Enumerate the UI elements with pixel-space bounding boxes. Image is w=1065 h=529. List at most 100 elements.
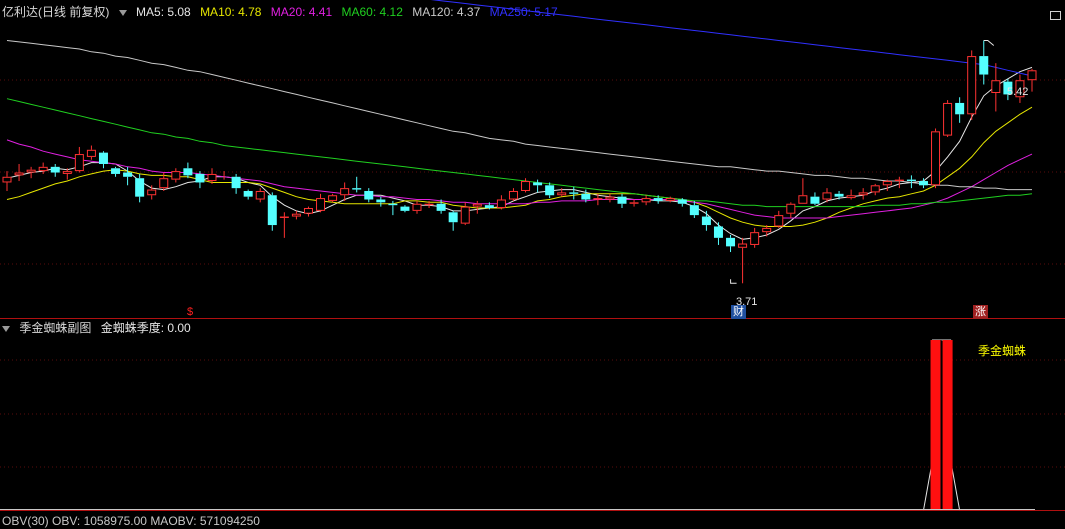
sub-outline xyxy=(924,340,960,510)
candle-body xyxy=(341,189,349,195)
candle-body xyxy=(618,197,627,204)
candle-body xyxy=(847,196,855,198)
candle-body xyxy=(955,103,964,114)
candle-body xyxy=(763,228,771,231)
candle-body xyxy=(400,207,409,211)
candle-body xyxy=(268,195,277,225)
candle-body xyxy=(642,199,650,202)
candle-body xyxy=(944,103,952,135)
ma-line-ma120 xyxy=(7,41,1032,190)
main-legend: 亿利达(日线 前复权) MA5: 5.08 MA10: 4.78 MA20: 4… xyxy=(2,4,564,20)
candle-body xyxy=(148,190,156,195)
candle-body xyxy=(413,204,421,210)
candle-body xyxy=(437,204,446,211)
sub-bar xyxy=(943,340,953,510)
high-price-label: 5.42 xyxy=(1007,86,1028,98)
sub-legend: 季金蜘蛛副图 金蜘蛛季度: 0.00 xyxy=(2,320,197,336)
candle-body xyxy=(739,244,747,247)
candle-body xyxy=(292,214,300,216)
candle-body xyxy=(714,226,723,237)
candle-body xyxy=(558,193,566,195)
maximize-icon[interactable] xyxy=(1050,11,1061,20)
candle-body xyxy=(678,200,687,204)
stock-title[interactable]: 亿利达(日线 前复权) xyxy=(2,5,109,19)
candle-body xyxy=(690,205,699,215)
candle-body xyxy=(968,57,976,114)
event-marker-dollar[interactable]: $ xyxy=(185,305,195,319)
ma250-label: MA250: 5.17 xyxy=(490,5,558,19)
candle-body xyxy=(606,197,614,199)
candle-body xyxy=(654,198,663,201)
candle-body xyxy=(919,181,928,185)
candle-body xyxy=(666,199,674,201)
ma20-label: MA20: 4.41 xyxy=(271,5,332,19)
candle-body xyxy=(27,170,35,172)
candle-body xyxy=(932,132,940,185)
candle-body xyxy=(473,204,481,206)
candle-body xyxy=(509,191,517,199)
candle-body xyxy=(775,216,783,226)
sub-dropdown-arrow-icon[interactable] xyxy=(2,326,10,332)
kline-chart[interactable] xyxy=(0,0,1065,521)
candle-body xyxy=(979,56,988,74)
candle-body xyxy=(256,191,264,199)
candle-body xyxy=(871,186,879,192)
candle-body xyxy=(99,153,108,164)
candle-body xyxy=(823,193,831,199)
obv-label: OBV(30) OBV: 1058975.00 MAOBV: 571094250 xyxy=(2,514,260,528)
candle-body xyxy=(569,192,578,193)
high-pointer xyxy=(984,40,994,45)
candle-body xyxy=(787,204,795,213)
candle-body xyxy=(39,167,47,170)
candle-body xyxy=(160,179,168,188)
candle-body xyxy=(497,200,505,208)
ma120-label: MA120: 4.37 xyxy=(412,5,480,19)
candle-body xyxy=(244,191,253,197)
candle-body xyxy=(907,180,916,181)
ma5-label: MA5: 5.08 xyxy=(136,5,191,19)
candle-body xyxy=(485,205,494,208)
candle-body xyxy=(304,209,312,214)
ma-line-ma5 xyxy=(7,67,1032,239)
obv-legend: OBV(30) OBV: 1058975.00 MAOBV: 571094250 xyxy=(2,513,266,529)
sub-bar xyxy=(931,340,941,510)
candle-body xyxy=(581,194,590,200)
sub-value-label: 金蜘蛛季度: 0.00 xyxy=(101,321,191,335)
dropdown-arrow-icon[interactable] xyxy=(119,10,127,16)
sub-annotation: 季金蜘蛛 xyxy=(978,342,1026,359)
candle-body xyxy=(883,182,891,185)
candle-body xyxy=(835,194,844,197)
candle-body xyxy=(183,168,192,175)
sub-title[interactable]: 季金蜘蛛副图 xyxy=(19,321,91,335)
event-marker-finance[interactable]: 财 xyxy=(731,305,746,319)
candle-body xyxy=(135,178,144,196)
ma60-label: MA60: 4.12 xyxy=(342,5,403,19)
candle-body xyxy=(51,167,60,173)
candle-body xyxy=(87,150,95,156)
candle-body xyxy=(15,173,23,175)
candle-body xyxy=(208,174,216,180)
candle-body xyxy=(992,81,1000,93)
candle-body xyxy=(702,217,711,226)
candle-body xyxy=(352,188,361,189)
candle-body xyxy=(75,155,83,171)
candle-body xyxy=(195,174,204,183)
candle-body xyxy=(461,207,469,223)
candle-body xyxy=(172,172,180,180)
candle-body xyxy=(111,168,120,174)
candle-body xyxy=(726,238,735,247)
candle-body xyxy=(522,182,530,191)
candle-body xyxy=(388,204,397,205)
candle-body xyxy=(317,199,325,211)
candle-body xyxy=(859,193,867,195)
candle-body xyxy=(232,177,241,188)
candle-body xyxy=(123,173,132,177)
ma10-label: MA10: 4.78 xyxy=(200,5,261,19)
candle-body xyxy=(329,196,337,201)
candle-body xyxy=(1028,71,1036,80)
candle-body xyxy=(545,185,554,195)
ma-line-ma10 xyxy=(7,107,1032,226)
candle-body xyxy=(799,196,807,204)
candle-body xyxy=(3,177,11,182)
event-marker-rise[interactable]: 涨 xyxy=(973,305,988,319)
